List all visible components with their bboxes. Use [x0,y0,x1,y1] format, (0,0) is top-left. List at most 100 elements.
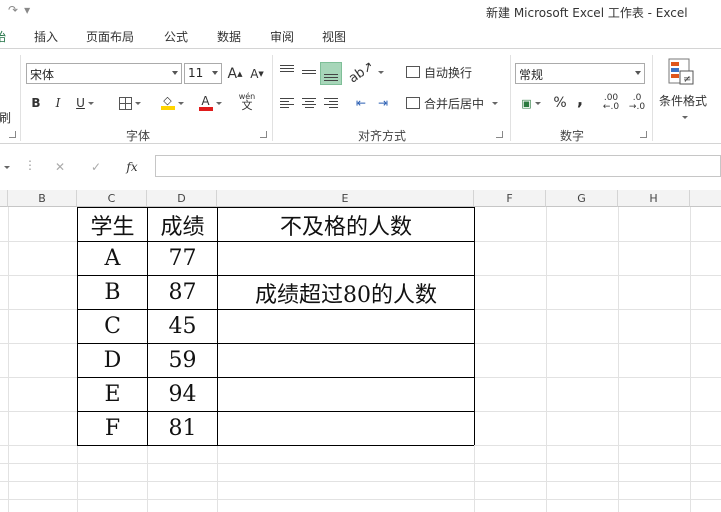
conditional-formatting-icon: ≠ [664,57,698,87]
align-center-button[interactable] [300,93,318,113]
table-row-note[interactable] [218,242,474,275]
column-header-h[interactable]: H [618,190,690,207]
conditional-formatting-dropdown[interactable] [676,107,690,127]
table-row-student[interactable]: E [78,378,147,411]
borders-icon [119,96,132,110]
column-header-c[interactable]: C [77,190,147,207]
formula-bar-grip: ⋮ [24,158,36,172]
align-right-button[interactable] [322,93,340,113]
table-row-score[interactable]: 59 [148,344,217,377]
table-row-student[interactable]: D [78,344,147,377]
accounting-format-button[interactable]: ▣ [516,93,546,113]
table-row-note[interactable]: 成绩超过80的人数 [218,276,474,309]
align-left-button[interactable] [278,93,296,113]
column-header-g[interactable]: G [546,190,618,207]
align-top-icon [280,65,294,79]
tab-page-layout[interactable]: 页面布局 [86,28,134,45]
table-row-score[interactable]: 77 [148,242,217,275]
header-fail-count[interactable]: 不及格的人数 [218,208,474,241]
table-row-note[interactable] [218,412,474,445]
shrink-font-button[interactable]: A ▼ [248,64,266,84]
fill-color-button[interactable]: ◇ [156,93,188,113]
fill-bucket-icon: ◇ [160,95,175,110]
format-painter-label[interactable]: 刷 [0,107,11,127]
ribbon-tabs: 始 插入 页面布局 公式 数据 审阅 视图 [0,26,721,48]
table-row-student[interactable]: B [78,276,147,309]
orientation-button[interactable]: ab↗ [346,58,385,86]
header-student[interactable]: 学生 [78,208,147,241]
column-header-i-partial[interactable] [690,190,721,207]
align-bottom-icon [324,67,338,81]
quick-access-toolbar: ↷ ▾ [8,3,30,17]
decrease-decimal-button[interactable]: .0 →.0 [626,93,648,113]
font-size-select[interactable]: 11 [184,63,222,84]
tab-insert[interactable]: 插入 [34,28,58,45]
formula-input[interactable] [155,155,721,177]
table-row-student[interactable]: F [78,412,147,445]
column-header-f[interactable]: F [474,190,546,207]
redo-icon[interactable]: ↷ [8,3,18,17]
name-box-dropdown[interactable] [0,157,10,177]
ribbon: 刷 宋体 11 A ▲ A ▼ B I U ◇ A wén 文 字体 ab↗ ⇤ ⇥ … [0,48,721,144]
table-row-note[interactable] [218,378,474,411]
title-bar: ↷ ▾ 新建 Microsoft Excel 工作表 - Excel [0,0,721,24]
customize-toolbar-icon[interactable]: ▾ [24,3,30,17]
currency-icon: ▣ [521,96,532,110]
table-row-score[interactable]: 94 [148,378,217,411]
window-title: 新建 Microsoft Excel 工作表 - Excel [486,6,688,20]
increase-decimal-button[interactable]: .00 ←.0 [600,93,622,113]
alignment-launcher-icon[interactable] [496,131,503,138]
number-launcher-icon[interactable] [640,131,647,138]
increase-indent-button[interactable]: ⇥ [374,93,392,113]
orientation-icon: ab↗ [346,58,377,86]
italic-button[interactable]: I [50,93,66,113]
wrap-text-button[interactable]: 自动换行 [406,62,478,82]
cancel-edit-button[interactable]: ✕ [50,157,70,177]
column-header-e[interactable]: E [217,190,474,207]
align-top-button[interactable] [278,62,296,82]
borders-button[interactable] [114,93,146,113]
decrease-indent-button[interactable]: ⇤ [352,93,370,113]
tab-home[interactable]: 始 [0,28,6,45]
underline-button[interactable]: U [72,93,98,113]
column-header-d[interactable]: D [147,190,217,207]
column-header-b[interactable]: B [8,190,77,207]
table-row-student[interactable]: C [78,310,147,343]
merge-center-icon [406,97,420,109]
font-launcher-icon[interactable] [260,131,267,138]
table-row-score[interactable]: 81 [148,412,217,445]
table-row-note[interactable] [218,344,474,377]
font-color-button[interactable]: A [194,93,226,113]
table-row-score[interactable]: 45 [148,310,217,343]
decrease-indent-icon: ⇤ [355,96,367,110]
tab-view[interactable]: 视图 [322,28,346,45]
merge-center-button[interactable]: 合并后居中 [406,93,504,113]
svg-text:≠: ≠ [683,74,691,85]
number-format-select[interactable]: 常规 [515,63,645,84]
percent-style-button[interactable]: % [552,93,568,113]
header-score[interactable]: 成绩 [148,208,217,241]
font-name-select[interactable]: 宋体 [26,63,182,84]
table-row-student[interactable]: A [78,242,147,275]
align-middle-button[interactable] [300,62,318,82]
grow-font-button[interactable]: A ▲ [226,64,244,84]
increase-indent-icon: ⇥ [377,96,389,110]
insert-function-button[interactable]: fx [122,157,142,177]
formula-bar: ⋮ ✕ ✓ fx [0,155,721,179]
column-header-partial[interactable] [0,190,8,207]
tab-review[interactable]: 审阅 [270,28,294,45]
wrap-text-icon [406,66,420,78]
table-row-score[interactable]: 87 [148,276,217,309]
tab-formulas[interactable]: 公式 [164,28,188,45]
table-row-note[interactable] [218,310,474,343]
tab-data[interactable]: 数据 [217,28,241,45]
enter-edit-button[interactable]: ✓ [86,157,106,177]
bold-button[interactable]: B [28,93,44,113]
comma-style-button[interactable]: , [574,89,586,109]
number-group-label: 数字 [560,129,585,143]
phonetic-guide-button[interactable]: wén 文 [232,91,262,111]
align-center-icon [302,96,316,110]
clipboard-launcher-icon[interactable] [9,131,16,138]
font-group-label: 字体 [126,129,151,143]
align-bottom-button[interactable] [320,62,342,85]
